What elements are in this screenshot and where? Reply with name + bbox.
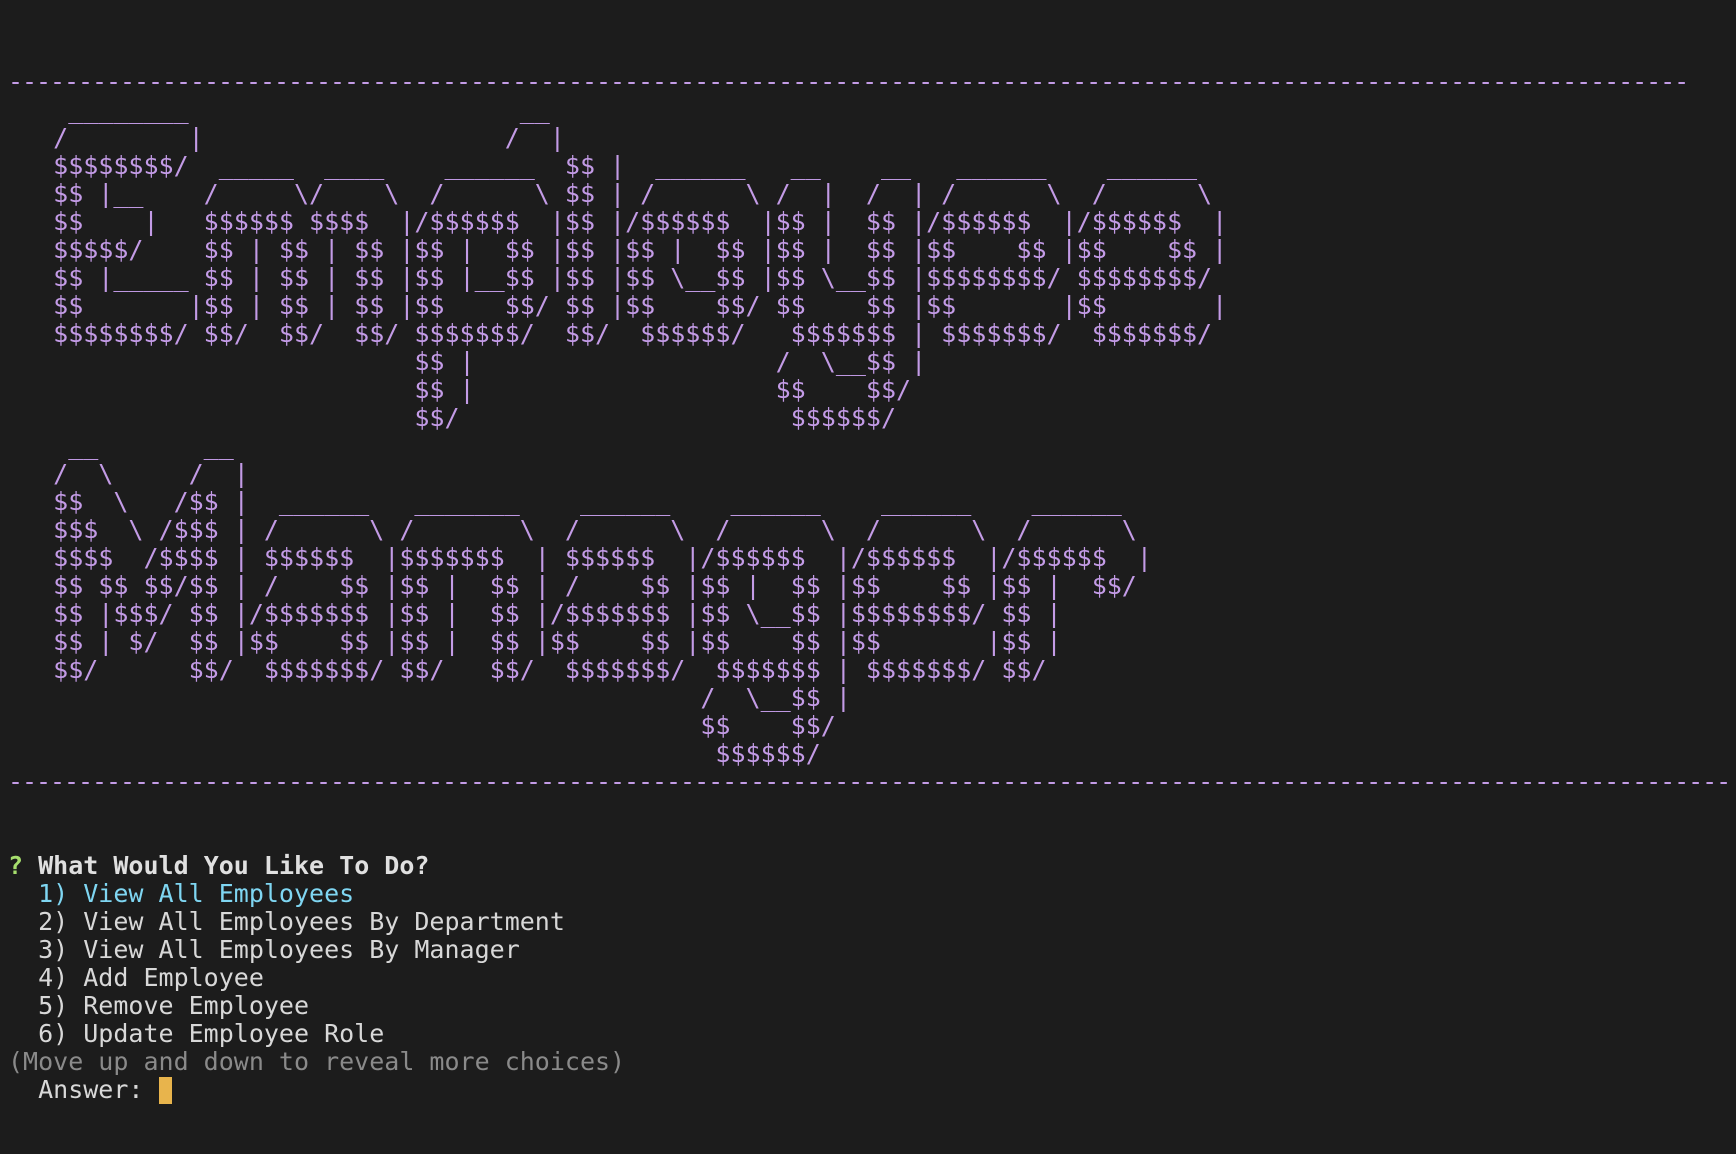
ascii-art-line: $$$$ /$$$$ | $$$$$$ |$$$$$$$ | $$$$$$ |/… [8,543,1152,572]
ascii-art-line: $$$$$$$$/ $$/ $$/ $$/ $$$$$$$/ $$/ $$$$$… [8,319,1213,348]
ascii-art-line: __ __ [8,431,234,460]
ascii-art-line: / \__$$ | [8,683,851,712]
ascii-art-line: $$ | $/ $$ |$$ $$ |$$ | $$ |$$ $$ |$$ $$… [8,627,1062,656]
ascii-art-line: $$ | $$ $$/ [8,375,912,404]
menu-prompt: ? What Would You Like To Do? 1) View All… [8,852,1736,1104]
ascii-art-line: / \ / | [8,459,249,488]
ascii-art-employee-title: ________ __ / | / | $$$$$$$$/ _____ ____… [8,96,1736,432]
ascii-art-line: $$/ $$/ $$$$$$$/ $$/ $$/ $$$$$$$/ $$$$$$… [8,655,1047,684]
prompt-question: What Would You Like To Do? [38,851,430,880]
ascii-art-line: $$$$$$$$/ _____ ____ ______ $$ | ______ … [8,151,1198,180]
banner-bottom-rule: ----------------------------------------… [8,767,1731,796]
menu-choice-update-employee-role[interactable]: 6) Update Employee Role [8,1020,1736,1048]
menu-choice-view-all-employees[interactable]: 1) View All Employees [8,880,1736,908]
ascii-art-line: / | / | [8,123,565,152]
menu-choice-remove-employee[interactable]: 5) Remove Employee [8,992,1736,1020]
ascii-art-line: $$$ \ /$$$ | / \ / \ / \ / \ / \ / \ [8,515,1137,544]
menu-choice-view-by-manager[interactable]: 3) View All Employees By Manager [8,936,1736,964]
ascii-art-line: $$ |$$ | $$ | $$ |$$ $$/ $$ |$$ $$/ $$ $… [8,291,1228,320]
ascii-art-line: $$$$$$/ [8,739,821,768]
ascii-art-line: $$ |_____ $$ | $$ | $$ |$$ |__$$ |$$ |$$… [8,263,1213,292]
ascii-art-line: $$ $$/ [8,711,836,740]
ascii-art-line: $$ \ /$$ | ______ _______ ______ ______ … [8,487,1122,516]
ascii-art-line: $$ |$$$/ $$ |/$$$$$$$ |$$ | $$ |/$$$$$$$… [8,599,1062,628]
answer-label: Answer: [8,1075,159,1104]
ascii-art-line: ________ __ [8,95,550,124]
ascii-art-line: $$ |__ / \/ \ / \ $$ | / \ / | / | / \ /… [8,179,1213,208]
ascii-art-line: $$/ $$$$$$/ [8,403,897,432]
question-mark-icon: ? [8,851,24,880]
ascii-art-manager-title: __ __ / \ / | $$ \ /$$ | ______ _______ … [8,432,1736,768]
menu-choice-add-employee[interactable]: 4) Add Employee [8,964,1736,992]
ascii-art-line: $$ | $$$$$$ $$$$ |/$$$$$$ |$$ |/$$$$$$ |… [8,207,1228,236]
banner-top-rule: ----------------------------------------… [8,67,1689,96]
ascii-art-line: $$$$$/ $$ | $$ | $$ |$$ | $$ |$$ |$$ | $… [8,235,1228,264]
prompt-question-line: ? What Would You Like To Do? [8,852,1736,880]
ascii-art-line: $$ $$ $$/$$ | / $$ |$$ | $$ | / $$ |$$ |… [8,571,1137,600]
terminal-window[interactable]: ----------------------------------------… [0,0,1736,1154]
scroll-hint: (Move up and down to reveal more choices… [8,1047,626,1076]
text-cursor[interactable] [158,1077,172,1104]
menu-choice-view-by-department[interactable]: 2) View All Employees By Department [8,908,1736,936]
answer-input-line[interactable]: Answer: [8,1076,1736,1104]
ascii-art-line: $$ | / \__$$ | [8,347,927,376]
